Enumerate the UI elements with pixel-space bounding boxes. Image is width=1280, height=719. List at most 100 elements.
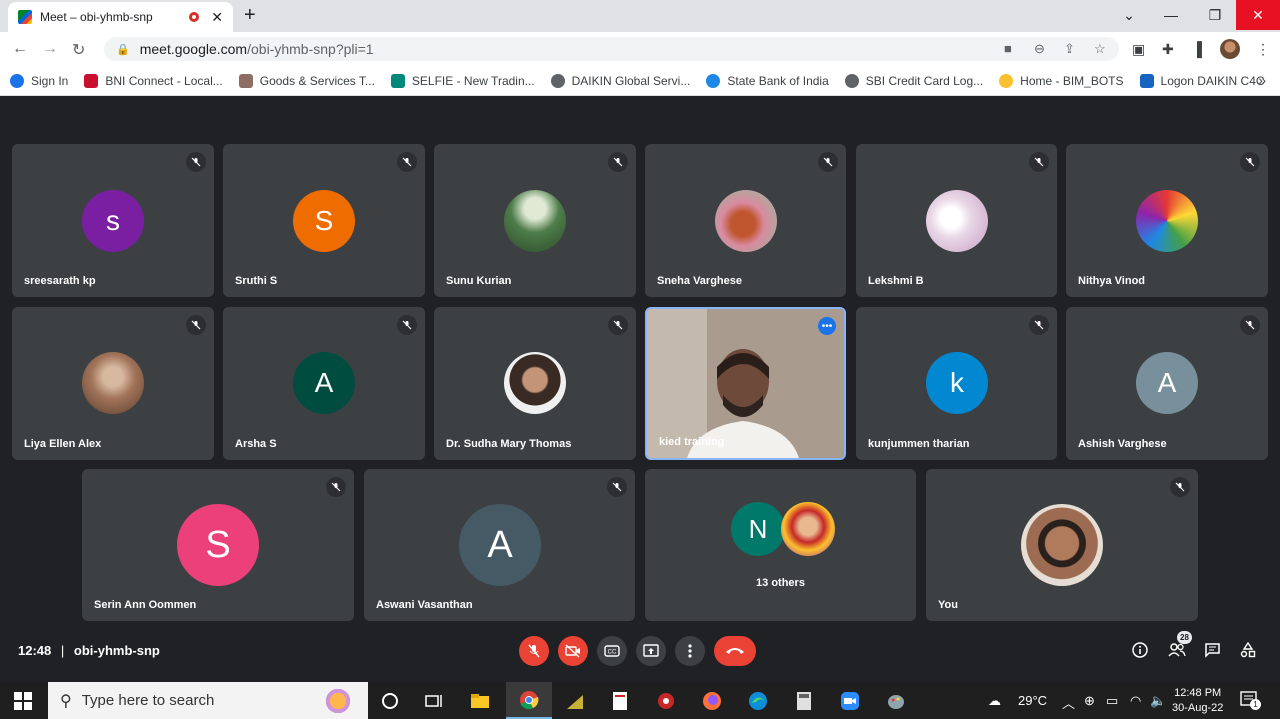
- minimize-button[interactable]: —: [1148, 0, 1194, 30]
- clock-date: 30-Aug-22: [1172, 702, 1224, 714]
- avatar: S: [293, 190, 355, 252]
- participant-tile[interactable]: Liya Ellen Alex: [12, 307, 214, 460]
- bookmark-icon: [706, 73, 721, 88]
- bookmark-star-icon[interactable]: ☆: [1094, 41, 1106, 57]
- mic-off-icon: [186, 152, 206, 172]
- restore-button[interactable]: ❐: [1192, 0, 1238, 30]
- bookmark-icon: [550, 73, 565, 88]
- new-tab-button[interactable]: +: [244, 4, 256, 27]
- bookmark-item[interactable]: Goods & Services T...: [238, 73, 375, 88]
- close-tab-icon[interactable]: ✕: [211, 9, 223, 26]
- activities-icon[interactable]: [1240, 641, 1256, 663]
- calculator-icon[interactable]: [794, 691, 814, 711]
- taskbar-clock[interactable]: 12:48 PM 30-Aug-22: [1172, 686, 1223, 716]
- mic-toggle-button[interactable]: [519, 636, 549, 666]
- bookmark-item[interactable]: Sign In: [10, 73, 68, 88]
- forward-icon[interactable]: →: [42, 40, 58, 58]
- close-window-button[interactable]: ✕: [1236, 0, 1280, 30]
- camera-icon[interactable]: ■: [1004, 41, 1012, 56]
- volume-icon[interactable]: 🔈: [1150, 693, 1166, 709]
- bookmark-item[interactable]: BNI Connect - Local...: [84, 73, 223, 88]
- avatar: [504, 190, 566, 252]
- extension-icon[interactable]: ▣: [1132, 41, 1145, 58]
- bookmark-item[interactable]: State Bank of India: [706, 73, 829, 88]
- separator: |: [60, 643, 65, 658]
- participant-tile[interactable]: Dr. Sudha Mary Thomas: [434, 307, 636, 460]
- participant-tile[interactable]: A Ashish Varghese: [1066, 307, 1268, 460]
- task-view-cortana-icon[interactable]: [380, 691, 400, 711]
- puzzle-icon[interactable]: ✚: [1162, 41, 1174, 58]
- app-icon-chart[interactable]: [565, 691, 585, 711]
- bookmark-icon: [238, 73, 253, 88]
- bookmark-item[interactable]: Home - BIM_BOTS: [999, 73, 1124, 88]
- more-options-icon[interactable]: •••: [818, 317, 836, 335]
- wifi-icon[interactable]: ◠: [1130, 693, 1141, 709]
- edge-icon[interactable]: [748, 691, 768, 711]
- people-icon[interactable]: [1168, 642, 1186, 663]
- app-icon-document[interactable]: [610, 691, 630, 711]
- menu-icon[interactable]: ⋮: [1256, 41, 1270, 58]
- chrome-taskbar-button[interactable]: [506, 682, 552, 719]
- search-icon: ⚲: [60, 692, 72, 710]
- avatar: [1021, 504, 1103, 586]
- battery-icon[interactable]: ▭: [1106, 693, 1118, 709]
- leave-call-button[interactable]: [714, 636, 756, 666]
- network-icon[interactable]: ⊕: [1084, 693, 1095, 709]
- app-icon-red[interactable]: [656, 691, 676, 711]
- bookmark-item[interactable]: SBI Credit Card Log...: [844, 73, 983, 88]
- bookmark-label: DAIKIN Global Servi...: [571, 73, 691, 88]
- chat-icon[interactable]: [1204, 642, 1221, 663]
- zoom-icon[interactable]: ⊖: [1034, 41, 1045, 57]
- participant-tile[interactable]: k kunjummen tharian: [856, 307, 1057, 460]
- address-bar[interactable]: 🔒 meet.google.com/obi-yhmb-snp?pli=1: [104, 37, 1119, 61]
- more-options-button[interactable]: [675, 636, 705, 666]
- app-icon-paint[interactable]: [886, 691, 906, 711]
- avatar: [82, 352, 144, 414]
- more-bookmarks-icon[interactable]: »: [1258, 72, 1266, 88]
- participant-tile[interactable]: s sreesarath kp: [12, 144, 214, 297]
- file-explorer-icon[interactable]: [470, 691, 490, 711]
- tab-search-icon[interactable]: ⌄: [1106, 0, 1152, 30]
- reload-icon[interactable]: ↻: [72, 40, 85, 60]
- bookmark-item[interactable]: SELFIE - New Tradin...: [390, 73, 535, 88]
- share-icon[interactable]: ⇪: [1064, 41, 1075, 57]
- meeting-info-icon[interactable]: [1132, 642, 1148, 663]
- bookmark-label: Logon DAIKIN C4C: [1160, 73, 1265, 88]
- side-panel-icon[interactable]: ▐: [1192, 41, 1202, 57]
- task-view-icon[interactable]: [424, 691, 444, 711]
- camera-toggle-button[interactable]: [558, 636, 588, 666]
- bookmark-item[interactable]: Logon DAIKIN C4C: [1139, 73, 1265, 88]
- present-icon: [643, 644, 659, 657]
- back-icon[interactable]: ←: [12, 40, 28, 58]
- browser-tab[interactable]: Meet – obi-yhmb-snp ✕: [8, 2, 233, 32]
- participant-name: Liya Ellen Alex: [24, 438, 102, 450]
- participant-tile[interactable]: Sneha Varghese: [645, 144, 846, 297]
- participant-tile[interactable]: A Aswani Vasanthan: [364, 469, 635, 621]
- meeting-details: 12:48 | obi-yhmb-snp: [18, 643, 160, 658]
- taskbar-search[interactable]: ⚲ Type here to search: [48, 682, 368, 719]
- others-count: 13 others: [756, 577, 805, 589]
- participant-tile[interactable]: Sunu Kurian: [434, 144, 636, 297]
- bookmark-item[interactable]: DAIKIN Global Servi...: [550, 73, 691, 88]
- firefox-icon[interactable]: [702, 691, 722, 711]
- weather-icon[interactable]: ☁: [988, 693, 1001, 709]
- phone-hangup-icon: [726, 648, 744, 654]
- participant-tile[interactable]: S Serin Ann Oommen: [82, 469, 354, 621]
- participant-tile[interactable]: Nithya Vinod: [1066, 144, 1268, 297]
- avatar: [1136, 190, 1198, 252]
- profile-avatar[interactable]: [1220, 39, 1240, 59]
- windows-start-icon[interactable]: [14, 692, 32, 715]
- self-tile[interactable]: You: [926, 469, 1198, 621]
- url-path: /obi-yhmb-snp?pli=1: [247, 41, 374, 57]
- captions-button[interactable]: CC: [597, 636, 627, 666]
- participant-tile[interactable]: Lekshmi B: [856, 144, 1057, 297]
- notifications-icon[interactable]: 1: [1240, 690, 1261, 710]
- others-tile[interactable]: N 13 others: [645, 469, 916, 621]
- chevron-up-icon[interactable]: ︿: [1062, 693, 1075, 712]
- mic-off-icon: [186, 315, 206, 335]
- participant-tile[interactable]: A Arsha S: [223, 307, 425, 460]
- zoom-app-icon[interactable]: [840, 691, 860, 711]
- participant-video-tile[interactable]: ••• kied training: [645, 307, 846, 460]
- present-button[interactable]: [636, 636, 666, 666]
- participant-tile[interactable]: S Sruthi S: [223, 144, 425, 297]
